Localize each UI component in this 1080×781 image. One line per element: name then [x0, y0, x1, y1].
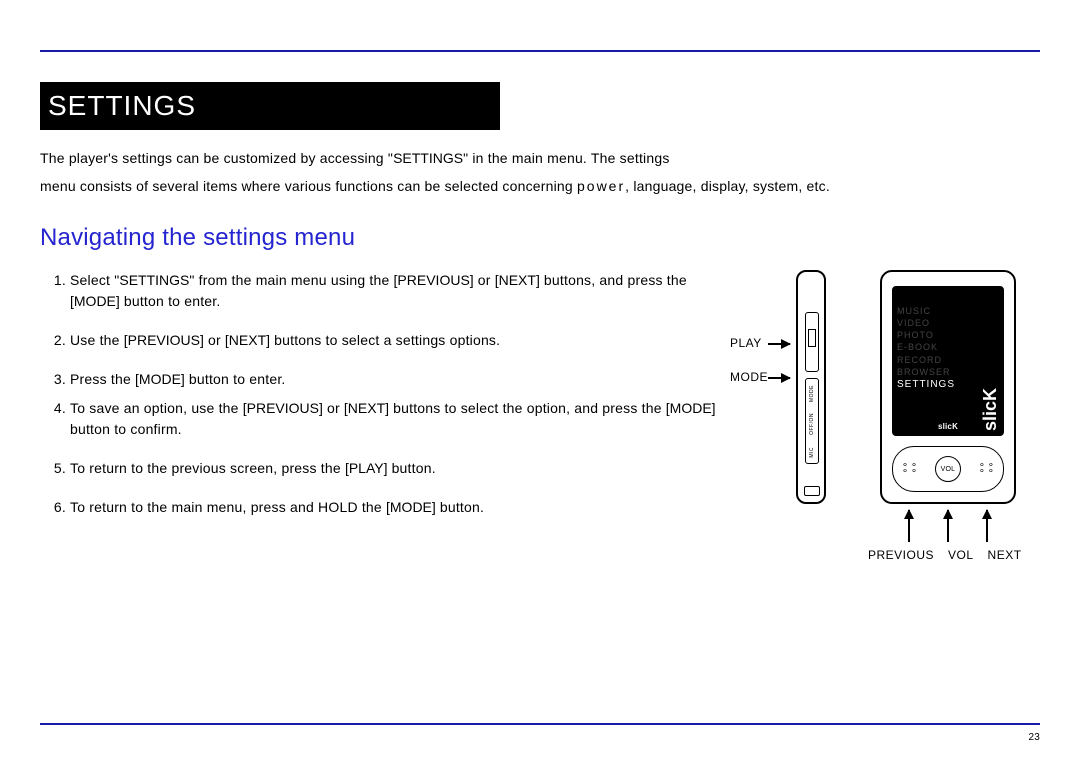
step-keyword: SETTINGS: [119, 272, 189, 288]
step-text: button to confirm.: [70, 421, 182, 437]
side-label-mode: MODE: [809, 385, 815, 402]
mic-port: [804, 486, 820, 496]
button-ref-mode: [MODE]: [70, 293, 120, 309]
side-label-offon: OFF/ON: [809, 413, 815, 435]
step-5: To return to the previous screen, press …: [70, 458, 720, 479]
bottom-rule: [40, 723, 1040, 725]
step-1: Select "SETTINGS" from the main menu usi…: [70, 270, 720, 312]
step-text: buttons, and press the: [540, 272, 687, 288]
intro-paragraph: The player's settings can be customized …: [40, 144, 1040, 200]
step-text: Press the: [70, 371, 135, 387]
device-front-view: MUSIC VIDEO PHOTO E-BOOK RECORD BROWSER …: [880, 270, 1016, 504]
prev-button-icon: ∘ ∘∘ ∘: [902, 463, 917, 475]
step-text: buttons to select a settings options.: [270, 332, 500, 348]
intro-text: " in the main menu. The settings: [463, 150, 669, 166]
label-vol: VOL: [948, 548, 974, 562]
label-next: NEXT: [988, 548, 1022, 562]
bottom-button-labels: PREVIOUS VOL NEXT: [868, 548, 1022, 562]
step-text: button.: [387, 460, 435, 476]
label-previous: PREVIOUS: [868, 548, 934, 562]
arrow-icon: [768, 343, 790, 345]
section-title: SETTINGS: [40, 82, 500, 130]
intro-text: The player's settings can be customized …: [40, 150, 393, 166]
step-text: buttons to select the option, and press …: [389, 400, 666, 416]
button-ref-next: [NEXT]: [344, 400, 389, 416]
page-number: 23: [1028, 732, 1040, 743]
step-text: or: [204, 332, 225, 348]
button-ref-mode: [MODE]: [666, 400, 716, 416]
button-ref-next: [NEXT]: [495, 272, 540, 288]
step-text: Select ": [70, 272, 119, 288]
menu-item-music: MUSIC: [897, 305, 978, 317]
control-pad: ∘ ∘∘ ∘ VOL ∘ ∘∘ ∘: [892, 446, 1004, 492]
menu-item-photo: PHOTO: [897, 329, 978, 341]
device-screen: MUSIC VIDEO PHOTO E-BOOK RECORD BROWSER …: [892, 286, 1004, 436]
side-switch-labels: MODE OFF/ON MIC: [805, 378, 819, 464]
step-text: To save an option, use the: [70, 400, 243, 416]
top-rule: [40, 50, 1040, 52]
step-text: button to enter.: [120, 293, 221, 309]
arrow-icon: [908, 510, 910, 542]
menu-item-settings: SETTINGS: [897, 378, 978, 392]
device-side-view: MODE OFF/ON MIC: [796, 270, 826, 504]
callout-play: PLAY: [730, 336, 762, 350]
menu-item-record: RECORD: [897, 354, 978, 366]
step-2: Use the [PREVIOUS] or [NEXT] buttons to …: [70, 330, 720, 351]
play-slider: [805, 312, 819, 372]
button-ref-next: [NEXT]: [225, 332, 270, 348]
step-text: " from the main menu using the: [189, 272, 393, 288]
step-text: or: [323, 400, 344, 416]
steps-list: Select "SETTINGS" from the main menu usi…: [40, 270, 720, 536]
step-6: To return to the main menu, press and HO…: [70, 497, 720, 518]
step-3: Press the [MODE] button to enter.: [70, 369, 720, 390]
step-text: or: [474, 272, 495, 288]
step-text: Use the: [70, 332, 124, 348]
menu-item-ebook: E-BOOK: [897, 341, 978, 353]
menu-list: MUSIC VIDEO PHOTO E-BOOK RECORD BROWSER …: [893, 287, 978, 435]
intro-text: , language, display, system, etc.: [625, 178, 830, 194]
arrow-icon: [947, 510, 949, 542]
intro-keyword-power: power: [577, 178, 625, 194]
arrow-icon: [768, 377, 790, 379]
brand-small: slicK: [893, 422, 1003, 431]
menu-item-browser: BROWSER: [897, 366, 978, 378]
button-ref-previous: [PREVIOUS]: [394, 272, 474, 288]
side-label-mic: MIC: [809, 447, 815, 458]
step-4: To save an option, use the [PREVIOUS] or…: [70, 398, 720, 440]
menu-item-video: VIDEO: [897, 317, 978, 329]
device-diagram: PLAY MODE MODE OFF/ON MIC MUSIC VIDEO PH…: [740, 270, 1040, 570]
callout-mode: MODE: [730, 370, 768, 384]
next-button-icon: ∘ ∘∘ ∘: [979, 463, 994, 475]
intro-text: menu consists of several items where var…: [40, 178, 577, 194]
subheading: Navigating the settings menu: [40, 224, 1040, 252]
step-text: button.: [436, 499, 484, 515]
button-ref-mode: [MODE]: [135, 371, 185, 387]
step-text: To return to the previous screen, press …: [70, 460, 345, 476]
button-ref-mode: [MODE]: [386, 499, 436, 515]
button-ref-play: [PLAY]: [345, 460, 388, 476]
step-text: button to enter.: [185, 371, 286, 387]
button-ref-previous: [PREVIOUS]: [124, 332, 204, 348]
button-ref-previous: [PREVIOUS]: [243, 400, 323, 416]
vol-button: VOL: [935, 456, 961, 482]
arrow-icon: [986, 510, 988, 542]
step-text: To return to the main menu, press and HO…: [70, 499, 386, 515]
intro-keyword-settings: SETTINGS: [393, 150, 463, 166]
